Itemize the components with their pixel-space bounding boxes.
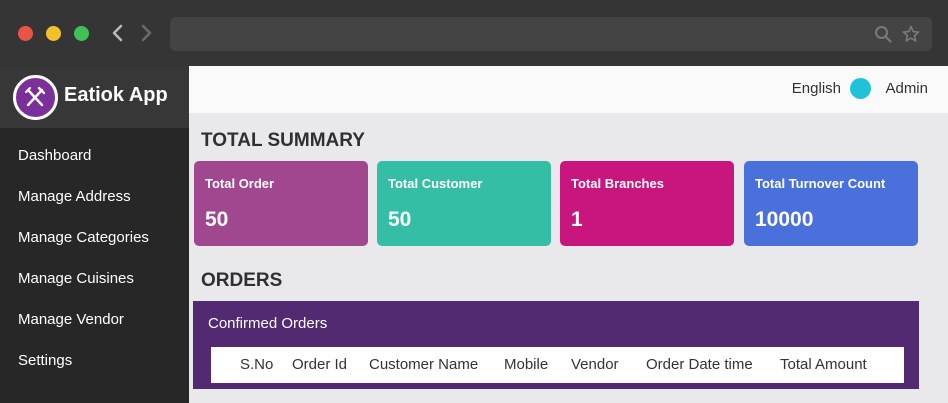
star-icon[interactable] — [902, 25, 920, 43]
total-branches-card[interactable]: Total Branches 1 — [560, 161, 734, 246]
app-name: Eatiok App — [64, 84, 168, 106]
chevron-left-icon[interactable] — [108, 22, 128, 44]
column-header-customer-name[interactable]: Customer Name — [369, 356, 478, 373]
column-header-vendor[interactable]: Vendor — [571, 356, 619, 373]
total-turnover-card[interactable]: Total Turnover Count 10000 — [744, 161, 918, 246]
card-value: 50 — [388, 208, 412, 231]
panel-title: Confirmed Orders — [208, 315, 328, 332]
user-menu[interactable]: Admin — [885, 80, 928, 97]
card-label: Total Customer — [388, 176, 483, 191]
card-value: 1 — [571, 208, 583, 231]
confirmed-orders-panel: Confirmed Orders S.No Order Id Customer … — [193, 301, 919, 389]
window-close-button[interactable] — [18, 26, 33, 41]
card-label: Total Branches — [571, 176, 664, 191]
summary-title: TOTAL SUMMARY — [201, 130, 365, 151]
sidebar-item-manage-cuisines[interactable]: Manage Cuisines — [0, 268, 189, 309]
sidebar-item-manage-address[interactable]: Manage Address — [0, 186, 189, 227]
chevron-right-icon[interactable] — [136, 22, 156, 44]
card-label: Total Turnover Count — [755, 176, 886, 191]
orders-title: ORDERS — [201, 270, 283, 291]
sidebar-item-manage-categories[interactable]: Manage Categories — [0, 227, 189, 268]
column-header-order-date-time[interactable]: Order Date time — [646, 356, 753, 373]
fork-knife-icon — [13, 75, 58, 120]
card-value: 10000 — [755, 208, 814, 231]
address-bar[interactable] — [170, 17, 932, 51]
summary-cards: Total Order 50 Total Customer 50 Total B… — [194, 161, 918, 246]
orders-table-header: S.No Order Id Customer Name Mobile Vendo… — [211, 347, 904, 383]
window-maximize-button[interactable] — [74, 26, 89, 41]
total-customer-card[interactable]: Total Customer 50 — [377, 161, 551, 246]
sidebar: Eatiok App Dashboard Manage Address Mana… — [0, 66, 189, 403]
browser-chrome — [0, 0, 948, 66]
top-bar: English Admin — [189, 66, 948, 113]
card-label: Total Order — [205, 176, 275, 191]
sidebar-item-dashboard[interactable]: Dashboard — [0, 145, 189, 186]
sidebar-item-manage-vendor[interactable]: Manage Vendor — [0, 309, 189, 350]
total-order-card[interactable]: Total Order 50 — [194, 161, 368, 246]
main-content: English Admin TOTAL SUMMARY Total Order … — [189, 66, 948, 403]
window-minimize-button[interactable] — [46, 26, 61, 41]
brand[interactable]: Eatiok App — [0, 66, 189, 128]
column-header-sno[interactable]: S.No — [240, 356, 273, 373]
card-value: 50 — [205, 208, 229, 231]
column-header-order-id[interactable]: Order Id — [292, 356, 347, 373]
column-header-mobile[interactable]: Mobile — [504, 356, 548, 373]
sidebar-menu: Dashboard Manage Address Manage Categori… — [0, 128, 189, 391]
avatar[interactable] — [850, 78, 871, 99]
column-header-total-amount[interactable]: Total Amount — [780, 356, 867, 373]
language-selector[interactable]: English — [792, 80, 841, 97]
sidebar-item-settings[interactable]: Settings — [0, 350, 189, 391]
search-icon[interactable] — [874, 25, 892, 43]
